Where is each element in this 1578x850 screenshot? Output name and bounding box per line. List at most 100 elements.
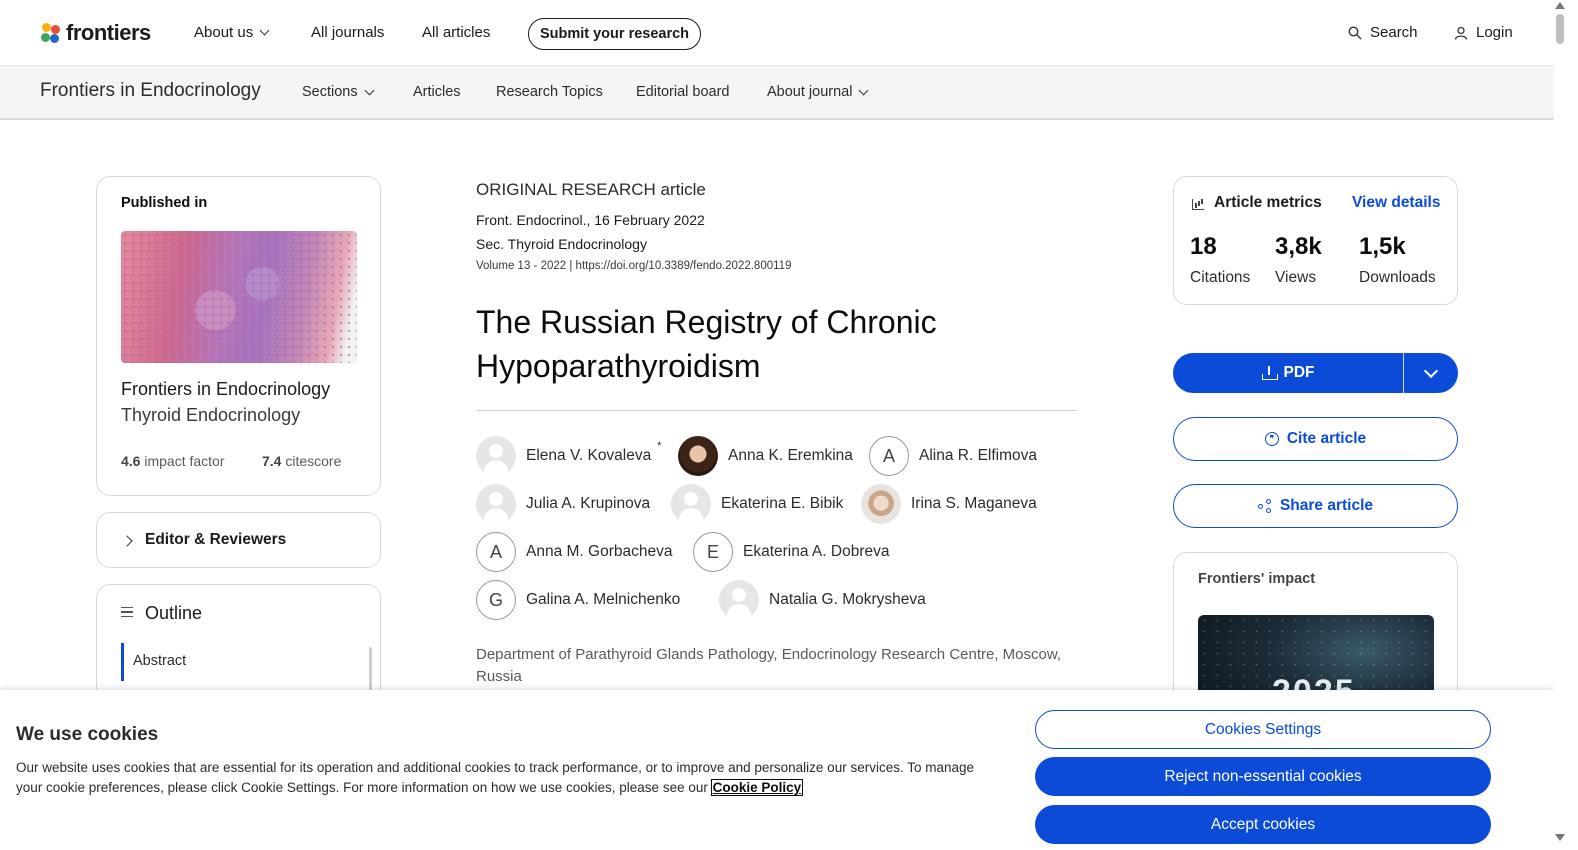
author-item[interactable]: Elena V. Kovaleva * [476,436,662,476]
citescore: 7.4 citescore [262,453,341,469]
top-navigation: frontiers About us All journals All arti… [0,0,1554,66]
share-article-button[interactable]: Share article [1173,484,1458,528]
article-volume-doi: Volume 13 - 2022 | https://doi.org/10.33… [476,260,791,272]
article-metrics-card: Article metrics View details 18 Citation… [1173,176,1458,305]
cookie-banner-text: Our website uses cookies that are essent… [16,758,986,798]
search-button[interactable]: Search [1348,24,1418,41]
journal-title-link[interactable]: Frontiers in Endocrinology [40,80,261,102]
author-item[interactable]: Anna K. Eremkina [678,436,853,476]
login-label: Login [1476,24,1513,41]
author-name: Elena V. Kovaleva [526,447,652,464]
cookie-policy-link[interactable]: Cookie Policy [710,779,804,796]
author-item[interactable]: Ekaterina E. Bibik [671,484,843,524]
avatar-placeholder-icon [476,484,516,524]
accept-cookies-button[interactable]: Accept cookies [1035,805,1491,844]
author-item[interactable]: A Anna M. Gorbacheva [476,532,672,572]
page-scrollbar[interactable] [1554,0,1578,850]
chevron-down-icon [259,25,270,36]
cookie-banner: We use cookies Our website uses cookies … [0,690,1554,850]
title-divider [476,410,1077,411]
author-name: Alina R. Elfimova [919,447,1038,464]
journal-nav-research-topics[interactable]: Research Topics [496,84,603,100]
scroll-up-arrow-icon[interactable] [1555,2,1565,9]
bar-chart-icon [1192,199,1204,210]
article-doi-link[interactable]: https://doi.org/10.3389/fendo.2022.80011… [576,260,792,272]
share-article-label: Share article [1279,497,1374,514]
outline-title: Outline [145,603,203,623]
author-name: Galina A. Melnichenko [526,591,681,608]
downloads-count: 1,5k [1359,233,1406,260]
cite-article-label: Cite article [1286,430,1367,447]
published-in-label: Published in [121,195,208,211]
article-metrics-title: Article metrics [1214,194,1322,211]
scroll-down-arrow-icon[interactable] [1555,834,1565,841]
nav-all-journals[interactable]: All journals [311,24,384,41]
avatar: G [476,580,516,620]
search-label: Search [1370,24,1418,41]
frontiers-logo[interactable]: frontiers [40,20,151,46]
journal-nav-articles[interactable]: Articles [413,84,461,100]
impact-factor-value: 4.6 [121,453,141,469]
journal-nav-sections-label: Sections [302,84,358,100]
nav-all-articles[interactable]: All articles [422,24,490,41]
author-item[interactable]: Natalia G. Mokrysheva [719,580,926,620]
reject-cookies-button[interactable]: Reject non-essential cookies [1035,757,1491,796]
pdf-label: PDF [1283,364,1315,381]
journal-nav-sections[interactable]: Sections [302,84,375,100]
author-item[interactable]: Irina S. Maganeva [861,484,1037,524]
journal-navigation: Frontiers in Endocrinology Sections Arti… [0,66,1554,120]
author-item[interactable]: Julia A. Krupinova [476,484,650,524]
published-section-name[interactable]: Thyroid Endocrinology [121,405,300,426]
author-item[interactable]: A Alina R. Elfimova [869,436,1037,476]
citescore-label: citescore [285,453,342,469]
journal-nav-about-journal-label: About journal [767,84,853,100]
impact-factor: 4.6 impact factor [121,453,225,469]
avatar [861,484,901,524]
cite-article-button[interactable]: ❞ Cite article [1173,417,1458,461]
article-type: ORIGINAL RESEARCH article [476,180,706,199]
nav-about-us[interactable]: About us [194,24,270,41]
list-icon [121,607,133,617]
cookies-settings-button[interactable]: Cookies Settings [1035,710,1491,749]
logo-text: frontiers [66,20,151,45]
author-affiliation: Department of Parathyroid Glands Patholo… [476,646,1062,685]
views-label: Views [1275,269,1317,286]
view-details-link[interactable]: View details [1352,194,1440,212]
chevron-down-icon [364,85,375,95]
scrollbar-thumb[interactable] [1556,14,1564,44]
avatar-placeholder-icon [671,484,711,524]
editors-reviewers-toggle[interactable]: Editor & Reviewers [96,512,381,568]
frontiers-impact-title: Frontiers' impact [1198,571,1316,587]
avatar-placeholder-icon [476,436,516,476]
cookie-banner-title: We use cookies [16,724,159,745]
article-title: The Russian Registry of Chronic Hypopara… [476,304,937,384]
author-name: Ekaterina E. Bibik [721,495,844,512]
outline-item-abstract[interactable]: Abstract [133,653,186,669]
avatar [678,436,718,476]
author-name: Anna K. Eremkina [728,447,853,464]
author-name: Anna M. Gorbacheva [526,543,673,560]
journal-nav-about-journal[interactable]: About journal [767,84,869,100]
article-volume: Volume 13 - 2022 | [476,260,573,272]
author-item[interactable]: E Ekaterina A. Dobreva [693,532,889,572]
author-name: Natalia G. Mokrysheva [769,591,926,608]
frontiers-logo-icon [40,22,62,44]
login-button[interactable]: Login [1454,24,1513,41]
cookie-description: Our website uses cookies that are essent… [16,760,975,795]
chevron-right-icon [121,535,133,547]
journal-cover-image[interactable] [121,231,357,363]
search-icon [1348,25,1362,39]
article-journal-date: Front. Endocrinol., 16 February 2022 [476,212,705,228]
pdf-download-button[interactable]: PDF [1173,353,1403,393]
author-item[interactable]: G Galina A. Melnichenko [476,580,680,620]
share-icon [1257,499,1272,513]
citations-label: Citations [1190,269,1251,286]
chevron-down-icon [859,85,869,95]
journal-nav-editorial-board[interactable]: Editorial board [636,84,730,100]
submit-research-button[interactable]: Submit your research [528,18,701,50]
pdf-options-dropdown[interactable] [1404,353,1458,393]
impact-factor-label: impact factor [144,453,225,469]
user-icon [1454,26,1468,40]
published-journal-name[interactable]: Frontiers in Endocrinology [121,379,330,400]
editors-reviewers-label: Editor & Reviewers [145,531,287,548]
